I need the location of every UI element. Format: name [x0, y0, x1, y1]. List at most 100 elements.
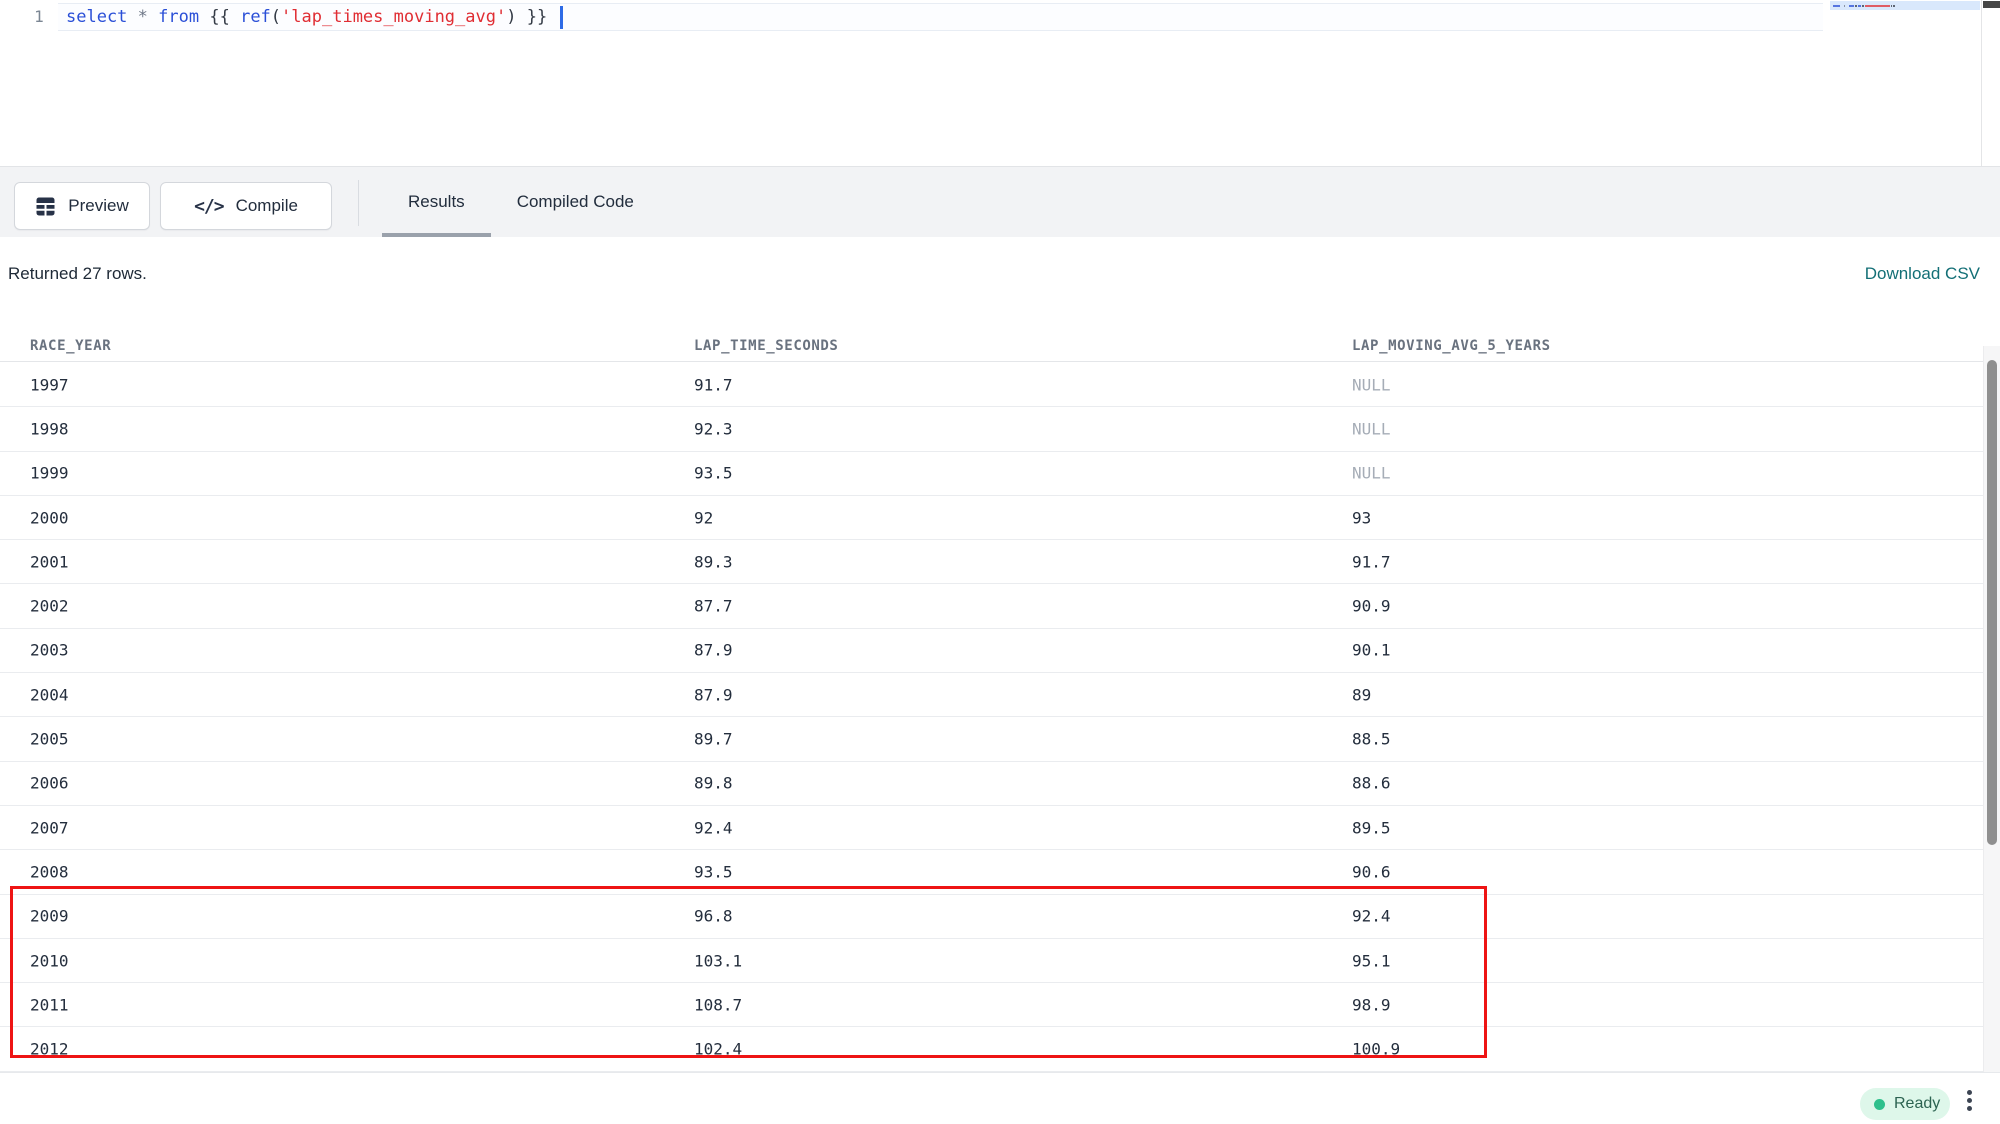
cell-lap-time-seconds: 92.4 [694, 818, 733, 837]
cell-race-year: 2006 [30, 774, 69, 793]
cell-lap-moving-avg-5-years: 90.6 [1352, 862, 1391, 881]
cell-lap-moving-avg-5-years: 88.6 [1352, 774, 1391, 793]
table-row: 2000 92 93 [0, 496, 1983, 540]
kebab-menu-icon[interactable] [1956, 1085, 1982, 1115]
code-token-plain [127, 7, 137, 27]
status-badge-label: Ready [1894, 1095, 1940, 1113]
cell-race-year: 2005 [30, 730, 69, 749]
code-token-plain: ( [271, 7, 281, 27]
cell-lap-moving-avg-5-years: 98.9 [1352, 995, 1391, 1014]
cell-race-year: 1997 [30, 375, 69, 394]
text-cursor [560, 6, 563, 29]
cell-lap-time-seconds: 102.4 [694, 1040, 742, 1059]
cell-race-year: 2004 [30, 685, 69, 704]
code-token-keyword: select [66, 7, 127, 27]
cell-lap-moving-avg-5-years: 93 [1352, 508, 1371, 527]
cell-lap-time-seconds: 92.3 [694, 419, 733, 438]
cell-lap-time-seconds: 89.7 [694, 730, 733, 749]
cell-race-year: 2002 [30, 597, 69, 616]
cell-lap-time-seconds: 87.9 [694, 685, 733, 704]
cell-lap-time-seconds: 108.7 [694, 995, 742, 1014]
table-row: 2008 93.5 90.6 [0, 850, 1983, 894]
column-header-race-year: RACE_YEAR [30, 338, 111, 354]
table-row: 2004 87.9 89 [0, 673, 1983, 717]
code-tokens: select * from {{ ref('lap_times_moving_a… [66, 7, 557, 27]
editor-scrollbar-track [1981, 0, 1982, 166]
tab-results[interactable]: Results [382, 167, 491, 237]
toolbar-divider [358, 180, 359, 226]
cell-lap-time-seconds: 87.9 [694, 641, 733, 660]
table-row: 2006 89.8 88.6 [0, 762, 1983, 806]
sql-editor[interactable]: 1 select * from {{ ref('lap_times_moving… [0, 0, 2000, 166]
cell-lap-time-seconds: 92 [694, 508, 713, 527]
results-scrollbar-thumb[interactable] [1987, 360, 1997, 845]
tab-compiled-code[interactable]: Compiled Code [491, 167, 660, 237]
code-token-string: 'lap_times_moving_avg' [281, 7, 506, 27]
cell-lap-time-seconds: 87.7 [694, 597, 733, 616]
minimap[interactable] [1830, 1, 1980, 10]
cell-race-year: 1998 [30, 419, 69, 438]
cell-lap-moving-avg-5-years: 90.1 [1352, 641, 1391, 660]
cell-lap-moving-avg-5-years: 89.5 [1352, 818, 1391, 837]
table-row: 2007 92.4 89.5 [0, 806, 1983, 850]
download-csv-link[interactable]: Download CSV [1865, 264, 1980, 284]
cell-race-year: 2000 [30, 508, 69, 527]
code-token-keyword: ref [240, 7, 271, 27]
cell-race-year: 2007 [30, 818, 69, 837]
results-toolbar: Preview </> Compile Results Compiled Cod… [0, 166, 2000, 237]
cell-lap-time-seconds: 89.3 [694, 552, 733, 571]
preview-button[interactable]: Preview [14, 182, 150, 230]
line-number: 1 [28, 7, 50, 26]
code-token-operator: * [138, 7, 148, 27]
code-line[interactable]: select * from {{ ref('lap_times_moving_a… [66, 5, 563, 29]
column-header-lap-moving-avg-5-years: LAP_MOVING_AVG_5_YEARS [1352, 338, 1551, 354]
column-header-lap-time-seconds: LAP_TIME_SECONDS [694, 338, 838, 354]
cell-lap-moving-avg-5-years: 92.4 [1352, 907, 1391, 926]
compile-button-label: Compile [236, 196, 298, 216]
cell-race-year: 2001 [30, 552, 69, 571]
status-dot-icon [1874, 1099, 1885, 1110]
code-token-plain: ) [506, 7, 516, 27]
cell-race-year: 2012 [30, 1040, 69, 1059]
table-row: 2010103.195.1 [0, 939, 1983, 983]
status-bar: Ready [0, 1072, 2000, 1124]
cell-race-year: 2008 [30, 862, 69, 881]
cell-lap-time-seconds: 89.8 [694, 774, 733, 793]
cell-lap-moving-avg-5-years: NULL [1352, 375, 1391, 394]
cell-lap-time-seconds: 93.5 [694, 464, 733, 483]
code-token-plain: {{ [199, 7, 240, 27]
table-row: 1999 93.5 NULL [0, 452, 1983, 496]
cell-race-year: 1999 [30, 464, 69, 483]
cell-lap-moving-avg-5-years: 90.9 [1352, 597, 1391, 616]
table-row: 1998 92.3 NULL [0, 407, 1983, 451]
code-token-keyword: from [158, 7, 199, 27]
cell-lap-moving-avg-5-years: 91.7 [1352, 552, 1391, 571]
cell-lap-time-seconds: 96.8 [694, 907, 733, 926]
compile-button[interactable]: </> Compile [160, 182, 332, 230]
cell-lap-moving-avg-5-years: 89 [1352, 685, 1371, 704]
editor-scrollbar-thumb[interactable] [1983, 1, 2000, 8]
table-body: 1997 91.7 NULL 1998 92.3 NULL 1999 93.5 NULL 2000… [0, 363, 1983, 1072]
cell-lap-time-seconds: 91.7 [694, 375, 733, 394]
cell-race-year: 2010 [30, 951, 69, 970]
cell-race-year: 2009 [30, 907, 69, 926]
cell-lap-moving-avg-5-years: 100.9 [1352, 1040, 1400, 1059]
cell-lap-moving-avg-5-years: NULL [1352, 464, 1391, 483]
cell-lap-moving-avg-5-years: 88.5 [1352, 730, 1391, 749]
row-count-summary: Returned 27 rows. [8, 264, 147, 284]
cell-lap-moving-avg-5-years: 95.1 [1352, 951, 1391, 970]
status-badge: Ready [1860, 1088, 1950, 1120]
table-row: 2012 102.4 100.9 [0, 1027, 1983, 1071]
cell-lap-time-seconds: 93.5 [694, 862, 733, 881]
table-row: 1997 91.7 NULL [0, 363, 1983, 407]
code-token-plain: }} [516, 7, 557, 27]
ide-screen: 1 select * from {{ ref('lap_times_moving… [0, 0, 2000, 1124]
preview-button-label: Preview [68, 196, 128, 216]
cell-race-year: 2003 [30, 641, 69, 660]
table-row: 2003 87.9 90.1 [0, 629, 1983, 673]
cell-race-year: 2011 [30, 995, 69, 1014]
table-header: RACE_YEAR LAP_TIME_SECONDS LAP_MOVING_AV… [0, 330, 1983, 362]
cell-lap-moving-avg-5-years: NULL [1352, 419, 1391, 438]
table-icon [35, 196, 56, 217]
table-row: 2001 89.3 91.7 [0, 540, 1983, 584]
